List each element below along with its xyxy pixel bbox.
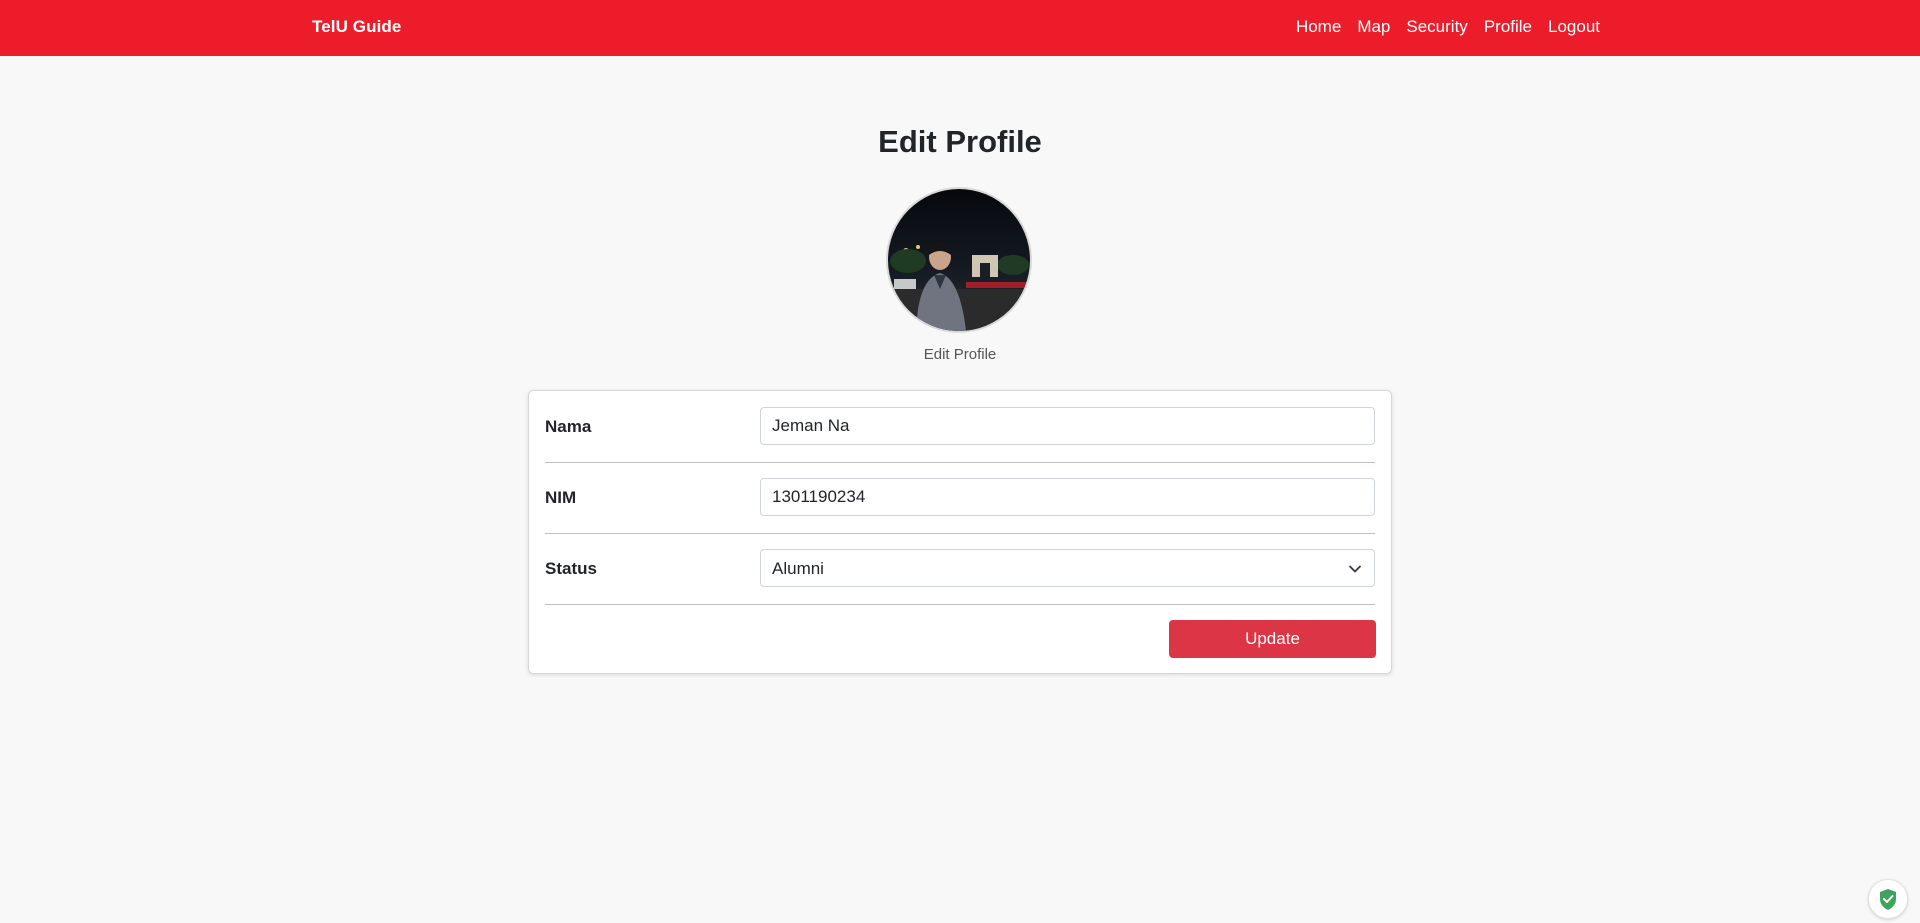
nama-row: Nama	[545, 391, 1375, 463]
status-row: Status Alumni	[545, 533, 1375, 605]
nim-label: NIM	[545, 488, 577, 507]
avatar-photo	[888, 189, 1030, 331]
status-label: Status	[545, 559, 597, 578]
nav-links: Home Map Security Profile Logout	[1296, 17, 1600, 37]
nav-security-link[interactable]: Security	[1406, 17, 1467, 37]
nama-label: Nama	[545, 417, 592, 436]
nama-input[interactable]	[760, 407, 1375, 445]
status-select[interactable]: Alumni	[760, 549, 1375, 587]
nim-row: NIM	[545, 462, 1375, 534]
shield-check-icon	[1880, 889, 1896, 910]
nav-map-link[interactable]: Map	[1357, 17, 1390, 37]
avatar-caption[interactable]: Edit Profile	[0, 346, 1920, 363]
profile-avatar[interactable]	[886, 187, 1032, 333]
nav-logout-link[interactable]: Logout	[1548, 17, 1600, 37]
brand-logo[interactable]: TelU Guide	[312, 17, 401, 37]
chevron-down-icon	[1349, 565, 1361, 573]
edit-profile-form: Nama NIM Status Alumni Update	[528, 390, 1392, 674]
nav-profile-link[interactable]: Profile	[1484, 17, 1532, 37]
status-selected-value: Alumni	[772, 559, 824, 578]
nav-home-link[interactable]: Home	[1296, 17, 1341, 37]
top-navbar: TelU Guide Home Map Security Profile Log…	[0, 0, 1920, 56]
nim-input[interactable]	[760, 478, 1375, 516]
security-badge[interactable]	[1868, 879, 1908, 919]
page-title: Edit Profile	[878, 124, 1042, 159]
update-button[interactable]: Update	[1169, 620, 1376, 658]
